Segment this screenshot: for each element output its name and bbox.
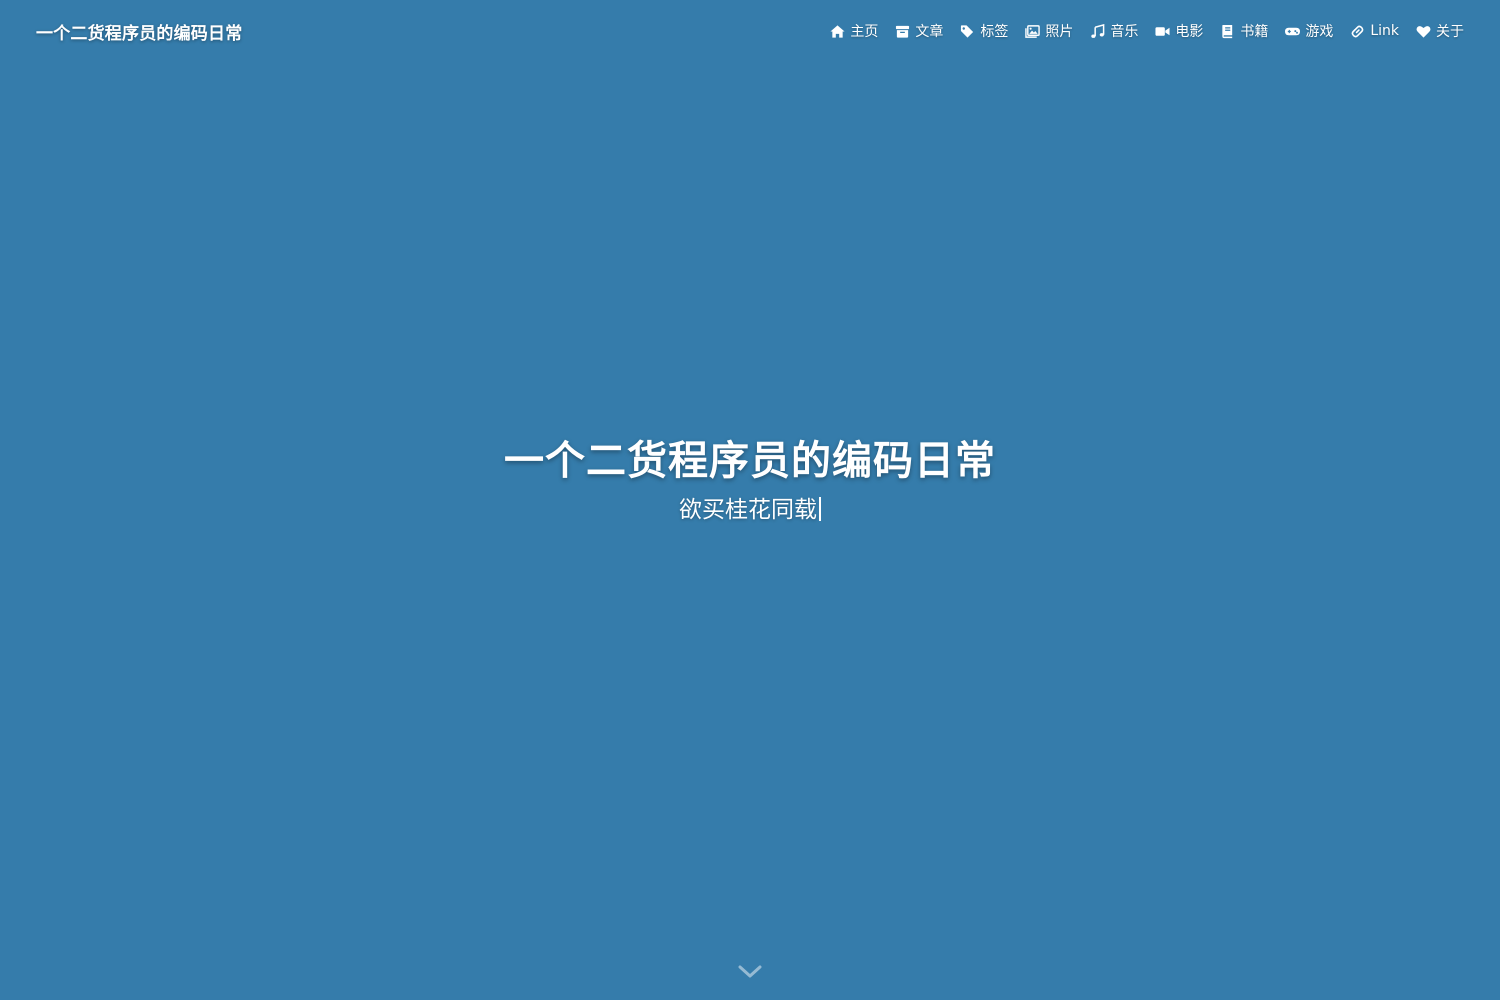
nav-item-label: 书籍 xyxy=(1240,24,1269,40)
nav-item-link[interactable]: Link xyxy=(1349,23,1399,39)
nav-item-articles[interactable]: 文章 xyxy=(894,21,943,41)
archive-icon xyxy=(894,24,911,39)
heart-icon xyxy=(1415,24,1432,39)
hero-subtitle-line: 欲买桂花同载 xyxy=(0,494,1500,526)
music-icon xyxy=(1089,23,1106,39)
nav-item-label: 文章 xyxy=(915,24,944,40)
page: 一个二货程序员的编码日常 主页 文章 标签 照片 音乐 电影 书籍 游戏 Lin… xyxy=(0,0,1500,1000)
nav-item-label: 主页 xyxy=(850,24,879,40)
home-icon xyxy=(829,24,846,39)
nav-item-movies[interactable]: 电影 xyxy=(1154,21,1203,41)
tags-icon xyxy=(959,24,976,39)
scroll-down-button[interactable] xyxy=(737,962,763,982)
book-icon xyxy=(1219,24,1236,39)
video-icon xyxy=(1154,24,1171,39)
chevron-down-icon xyxy=(737,965,763,986)
hero: 一个二货程序员的编码日常 欲买桂花同载 xyxy=(0,432,1500,526)
nav-item-label: 关于 xyxy=(1436,24,1464,40)
nav-item-about[interactable]: 关于 xyxy=(1415,21,1464,41)
nav-item-books[interactable]: 书籍 xyxy=(1219,21,1268,41)
nav-item-music[interactable]: 音乐 xyxy=(1089,21,1138,41)
hero-title: 一个二货程序员的编码日常 xyxy=(504,438,996,484)
navbar: 一个二货程序员的编码日常 主页 文章 标签 照片 音乐 电影 书籍 游戏 Lin… xyxy=(0,0,1500,62)
nav-item-label: Link xyxy=(1370,23,1399,39)
nav-item-photos[interactable]: 照片 xyxy=(1024,21,1073,41)
nav-item-home[interactable]: 主页 xyxy=(829,21,878,41)
nav-item-label: 标签 xyxy=(980,24,1009,40)
site-title[interactable]: 一个二货程序员的编码日常 xyxy=(36,19,242,44)
nav-menu: 主页 文章 标签 照片 音乐 电影 书籍 游戏 Link 关于 xyxy=(829,21,1464,41)
link-icon xyxy=(1349,24,1366,39)
nav-item-games[interactable]: 游戏 xyxy=(1284,21,1333,41)
nav-item-tags[interactable]: 标签 xyxy=(959,21,1008,41)
typing-cursor xyxy=(819,497,821,521)
gamepad-icon xyxy=(1284,24,1301,39)
images-icon xyxy=(1024,24,1041,39)
nav-item-label: 电影 xyxy=(1175,24,1204,40)
nav-item-label: 游戏 xyxy=(1305,24,1334,40)
hero-subtitle: 欲买桂花同载 xyxy=(679,497,817,523)
nav-item-label: 照片 xyxy=(1045,24,1074,40)
nav-item-label: 音乐 xyxy=(1110,24,1139,40)
